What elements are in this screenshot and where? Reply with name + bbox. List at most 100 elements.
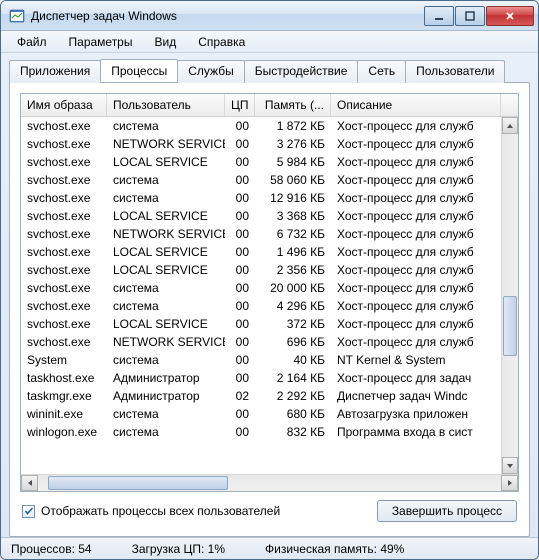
status-processes: Процессов: 54 bbox=[11, 542, 92, 556]
table-row[interactable]: svchost.exeNETWORK SERVICE00696 КБХост-п… bbox=[21, 333, 501, 351]
cell-cpu: 02 bbox=[225, 389, 255, 403]
cell-user: LOCAL SERVICE bbox=[107, 245, 225, 259]
bottom-controls: Отображать процессы всех пользователей З… bbox=[20, 492, 519, 526]
menu-view[interactable]: Вид bbox=[144, 33, 186, 51]
tab-пользователи[interactable]: Пользователи bbox=[405, 60, 505, 83]
checkmark-icon bbox=[24, 506, 34, 516]
menu-options[interactable]: Параметры bbox=[59, 33, 143, 51]
cell-user: Администратор bbox=[107, 389, 225, 403]
cell-user: LOCAL SERVICE bbox=[107, 209, 225, 223]
tab-процессы[interactable]: Процессы bbox=[100, 59, 178, 82]
cell-mem: 2 356 КБ bbox=[255, 263, 331, 277]
cell-cpu: 00 bbox=[225, 263, 255, 277]
column-header-image[interactable]: Имя образа bbox=[21, 94, 107, 116]
cell-user: система bbox=[107, 407, 225, 421]
cell-desc: Хост-процесс для служб bbox=[331, 119, 501, 133]
cell-mem: 2 292 КБ bbox=[255, 389, 331, 403]
horizontal-scrollbar[interactable] bbox=[21, 474, 518, 491]
table-row[interactable]: wininit.exeсистема00680 КБАвтозагрузка п… bbox=[21, 405, 501, 423]
vertical-scroll-thumb[interactable] bbox=[503, 296, 517, 356]
table-row[interactable]: taskhost.exeАдминистратор002 164 КБХост-… bbox=[21, 369, 501, 387]
cell-cpu: 00 bbox=[225, 371, 255, 385]
cell-image: svchost.exe bbox=[21, 155, 107, 169]
cell-mem: 20 000 КБ bbox=[255, 281, 331, 295]
cell-image: taskmgr.exe bbox=[21, 389, 107, 403]
maximize-button[interactable] bbox=[455, 6, 485, 26]
cell-mem: 1 872 КБ bbox=[255, 119, 331, 133]
column-header-cpu[interactable]: ЦП bbox=[225, 94, 255, 116]
table-row[interactable]: svchost.exeLOCAL SERVICE00372 КБХост-про… bbox=[21, 315, 501, 333]
scroll-right-button[interactable] bbox=[501, 475, 518, 491]
cell-cpu: 00 bbox=[225, 209, 255, 223]
table-row[interactable]: svchost.exeсистема0058 060 КБХост-процес… bbox=[21, 171, 501, 189]
list-body[interactable]: svchost.exeсистема001 872 КБХост-процесс… bbox=[21, 117, 501, 474]
cell-cpu: 00 bbox=[225, 353, 255, 367]
window-title: Диспетчер задач Windows bbox=[31, 9, 424, 23]
process-list: Имя образа Пользователь ЦП Память (... О… bbox=[20, 93, 519, 492]
table-row[interactable]: svchost.exeLOCAL SERVICE001 496 КБХост-п… bbox=[21, 243, 501, 261]
menu-help[interactable]: Справка bbox=[188, 33, 255, 51]
cell-desc: Хост-процесс для служб bbox=[331, 317, 501, 331]
scroll-left-button[interactable] bbox=[21, 475, 38, 491]
tab-быстродействие[interactable]: Быстродействие bbox=[244, 60, 359, 83]
table-row[interactable]: winlogon.exeсистема00832 КБПрограмма вхо… bbox=[21, 423, 501, 441]
horizontal-scroll-thumb[interactable] bbox=[48, 476, 228, 490]
show-all-users-checkbox[interactable] bbox=[22, 505, 35, 518]
horizontal-scroll-track[interactable] bbox=[38, 475, 501, 491]
minimize-button[interactable] bbox=[424, 6, 454, 26]
cell-image: svchost.exe bbox=[21, 191, 107, 205]
table-row[interactable]: svchost.exeNETWORK SERVICE006 732 КБХост… bbox=[21, 225, 501, 243]
cell-mem: 2 164 КБ bbox=[255, 371, 331, 385]
cell-image: svchost.exe bbox=[21, 335, 107, 349]
table-row[interactable]: svchost.exeсистема001 872 КБХост-процесс… bbox=[21, 117, 501, 135]
cell-user: LOCAL SERVICE bbox=[107, 155, 225, 169]
column-header-spacer bbox=[501, 94, 518, 116]
tab-службы[interactable]: Службы bbox=[177, 60, 244, 83]
table-row[interactable]: svchost.exeNETWORK SERVICE003 276 КБХост… bbox=[21, 135, 501, 153]
column-header-description[interactable]: Описание bbox=[331, 94, 501, 116]
cell-user: система bbox=[107, 425, 225, 439]
table-row[interactable]: taskmgr.exeАдминистратор022 292 КБДиспет… bbox=[21, 387, 501, 405]
table-row[interactable]: svchost.exeLOCAL SERVICE002 356 КБХост-п… bbox=[21, 261, 501, 279]
cell-desc: Хост-процесс для служб bbox=[331, 335, 501, 349]
menu-file[interactable]: Файл bbox=[7, 33, 57, 51]
titlebar[interactable]: Диспетчер задач Windows bbox=[1, 1, 538, 31]
cell-desc: Хост-процесс для служб bbox=[331, 263, 501, 277]
column-header-memory[interactable]: Память (... bbox=[255, 94, 331, 116]
cell-mem: 832 КБ bbox=[255, 425, 331, 439]
table-row[interactable]: svchost.exeLOCAL SERVICE003 368 КБХост-п… bbox=[21, 207, 501, 225]
scroll-up-button[interactable] bbox=[502, 117, 518, 134]
tab-приложения[interactable]: Приложения bbox=[9, 60, 101, 83]
cell-mem: 5 984 КБ bbox=[255, 155, 331, 169]
app-icon bbox=[9, 8, 25, 24]
cell-mem: 3 368 КБ bbox=[255, 209, 331, 223]
tab-сеть[interactable]: Сеть bbox=[357, 60, 406, 83]
vertical-scrollbar[interactable] bbox=[501, 117, 518, 474]
client-area: ПриложенияПроцессыСлужбыБыстродействиеСе… bbox=[1, 53, 538, 537]
cell-desc: Хост-процесс для служб bbox=[331, 191, 501, 205]
cell-cpu: 00 bbox=[225, 317, 255, 331]
task-manager-window: Диспетчер задач Windows Файл Параметры В… bbox=[0, 0, 539, 560]
cell-desc: Хост-процесс для служб bbox=[331, 137, 501, 151]
table-row[interactable]: svchost.exeсистема0020 000 КБХост-процес… bbox=[21, 279, 501, 297]
cell-user: система bbox=[107, 173, 225, 187]
scroll-down-button[interactable] bbox=[502, 457, 518, 474]
tab-strip: ПриложенияПроцессыСлужбыБыстродействиеСе… bbox=[9, 59, 530, 82]
cell-cpu: 00 bbox=[225, 335, 255, 349]
cell-user: Администратор bbox=[107, 371, 225, 385]
cell-mem: 12 916 КБ bbox=[255, 191, 331, 205]
statusbar: Процессов: 54 Загрузка ЦП: 1% Физическая… bbox=[1, 537, 538, 559]
table-row[interactable]: svchost.exeсистема0012 916 КБХост-процес… bbox=[21, 189, 501, 207]
cell-user: NETWORK SERVICE bbox=[107, 227, 225, 241]
list-body-wrap: svchost.exeсистема001 872 КБХост-процесс… bbox=[21, 117, 518, 474]
cell-user: система bbox=[107, 299, 225, 313]
cell-mem: 696 КБ bbox=[255, 335, 331, 349]
cell-user: система bbox=[107, 353, 225, 367]
table-row[interactable]: svchost.exeсистема004 296 КБХост-процесс… bbox=[21, 297, 501, 315]
table-row[interactable]: svchost.exeLOCAL SERVICE005 984 КБХост-п… bbox=[21, 153, 501, 171]
table-row[interactable]: Systemсистема0040 КБNT Kernel & System bbox=[21, 351, 501, 369]
close-button[interactable] bbox=[486, 6, 534, 26]
column-headers: Имя образа Пользователь ЦП Память (... О… bbox=[21, 94, 518, 117]
end-process-button[interactable]: Завершить процесс bbox=[377, 500, 517, 522]
column-header-user[interactable]: Пользователь bbox=[107, 94, 225, 116]
